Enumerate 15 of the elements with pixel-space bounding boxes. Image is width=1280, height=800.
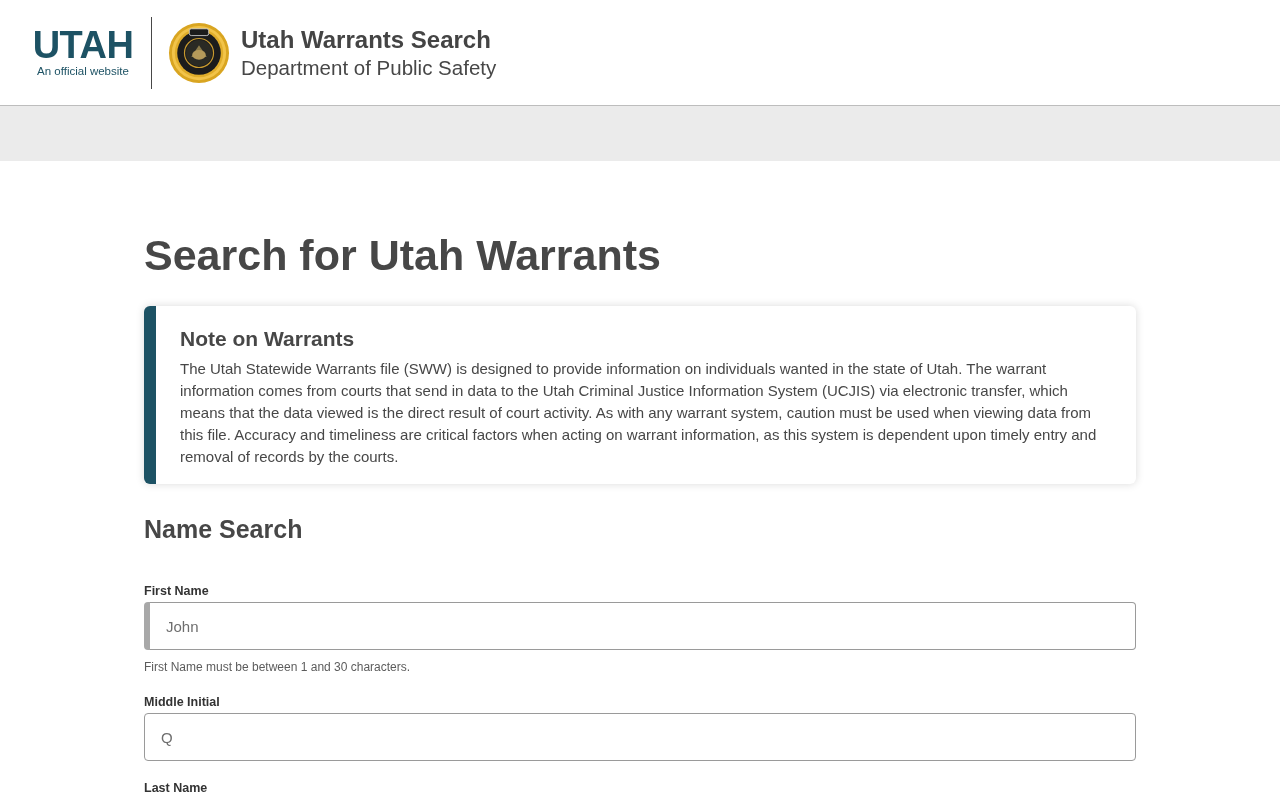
section-title: Name Search [144, 514, 304, 545]
seal-logo-icon [168, 21, 230, 84]
field-hint: First Name must be between 1 and 30 characters. [144, 659, 411, 675]
field-label: Last Name [144, 781, 208, 795]
note-title: Note on Warrants [180, 326, 356, 352]
utah-wordmark[interactable]: UTAH [32, 27, 134, 63]
page-title: Search for Utah Warrants [144, 230, 662, 281]
input-field[interactable]: John [150, 602, 1136, 650]
field-label: Middle Initial [144, 695, 220, 709]
site-title: Utah Warrants Search [241, 24, 492, 55]
field-label: First Name [144, 584, 209, 598]
site-subtitle: Department of Public Safety [241, 54, 497, 81]
input-field[interactable]: Q [144, 713, 1136, 761]
official-website-tagline: An official website [37, 64, 129, 78]
note-text: The Utah Statewide Warrants file (SWW) is designed to provide information on individuals wanted in the state of Utah. The warrant information comes from courts that send in data to the Utah Criminal Justice Information System (UCJIS) via electronic transfer, which means that the data viewed is the direct result of court activity. As with any warrant system, caution must be used when viewing data from this file. Accuracy and timeliness are critical factors when acting on warrant information, as this system is dependent upon timely entry and removal of records by the courts. [180, 359, 1098, 467]
